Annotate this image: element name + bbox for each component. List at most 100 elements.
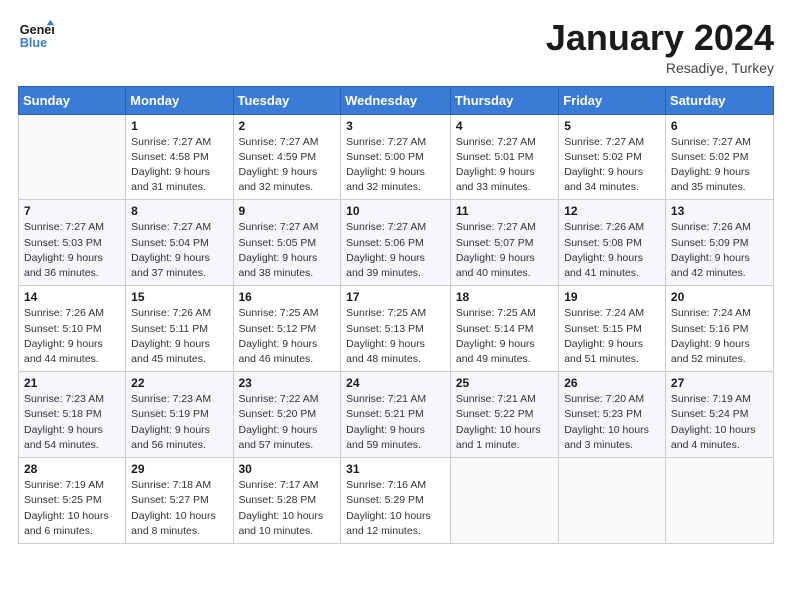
day-info: Sunrise: 7:25 AMSunset: 5:12 PMDaylight:… <box>239 306 336 367</box>
table-row: 17 Sunrise: 7:25 AMSunset: 5:13 PMDayligh… <box>341 286 451 372</box>
day-info: Sunrise: 7:25 AMSunset: 5:14 PMDaylight:… <box>456 306 553 367</box>
table-row: 26 Sunrise: 7:20 AMSunset: 5:23 PMDayligh… <box>559 372 666 458</box>
day-info: Sunrise: 7:22 AMSunset: 5:20 PMDaylight:… <box>239 392 336 453</box>
table-row: 24 Sunrise: 7:21 AMSunset: 5:21 PMDayligh… <box>341 372 451 458</box>
day-number: 1 <box>131 119 227 133</box>
day-number: 18 <box>456 290 553 304</box>
day-info: Sunrise: 7:26 AMSunset: 5:10 PMDaylight:… <box>24 306 120 367</box>
header-saturday: Saturday <box>665 86 773 114</box>
table-row: 20 Sunrise: 7:24 AMSunset: 5:16 PMDayligh… <box>665 286 773 372</box>
header-friday: Friday <box>559 86 666 114</box>
day-info: Sunrise: 7:26 AMSunset: 5:08 PMDaylight:… <box>564 220 660 281</box>
table-row: 15 Sunrise: 7:26 AMSunset: 5:11 PMDayligh… <box>126 286 233 372</box>
month-title: January 2024 <box>546 18 774 58</box>
day-info: Sunrise: 7:27 AMSunset: 5:03 PMDaylight:… <box>24 220 120 281</box>
day-number: 12 <box>564 204 660 218</box>
table-row: 22 Sunrise: 7:23 AMSunset: 5:19 PMDayligh… <box>126 372 233 458</box>
day-number: 31 <box>346 462 445 476</box>
day-info: Sunrise: 7:18 AMSunset: 5:27 PMDaylight:… <box>131 478 227 539</box>
table-row: 14 Sunrise: 7:26 AMSunset: 5:10 PMDayligh… <box>19 286 126 372</box>
day-info: Sunrise: 7:21 AMSunset: 5:21 PMDaylight:… <box>346 392 445 453</box>
table-row: 3 Sunrise: 7:27 AMSunset: 5:00 PMDaylight… <box>341 114 451 200</box>
table-row: 23 Sunrise: 7:22 AMSunset: 5:20 PMDayligh… <box>233 372 341 458</box>
day-number: 3 <box>346 119 445 133</box>
day-info: Sunrise: 7:24 AMSunset: 5:16 PMDaylight:… <box>671 306 768 367</box>
table-row: 7 Sunrise: 7:27 AMSunset: 5:03 PMDaylight… <box>19 200 126 286</box>
page: General Blue January 2024 Resadiye, Turk… <box>0 0 792 612</box>
day-number: 14 <box>24 290 120 304</box>
header-monday: Monday <box>126 86 233 114</box>
table-row <box>665 458 773 544</box>
day-number: 23 <box>239 376 336 390</box>
table-row: 10 Sunrise: 7:27 AMSunset: 5:06 PMDayligh… <box>341 200 451 286</box>
day-info: Sunrise: 7:27 AMSunset: 5:04 PMDaylight:… <box>131 220 227 281</box>
day-number: 2 <box>239 119 336 133</box>
calendar-week-row: 14 Sunrise: 7:26 AMSunset: 5:10 PMDayligh… <box>19 286 774 372</box>
day-info: Sunrise: 7:27 AMSunset: 5:05 PMDaylight:… <box>239 220 336 281</box>
header: General Blue January 2024 Resadiye, Turk… <box>18 18 774 76</box>
day-number: 7 <box>24 204 120 218</box>
calendar-table: Sunday Monday Tuesday Wednesday Thursday… <box>18 86 774 544</box>
calendar-week-row: 21 Sunrise: 7:23 AMSunset: 5:18 PMDayligh… <box>19 372 774 458</box>
table-row: 29 Sunrise: 7:18 AMSunset: 5:27 PMDayligh… <box>126 458 233 544</box>
day-number: 5 <box>564 119 660 133</box>
table-row: 19Sunrise: 7:24 AMSunset: 5:15 PMDayligh… <box>559 286 666 372</box>
table-row <box>450 458 558 544</box>
day-info: Sunrise: 7:23 AMSunset: 5:18 PMDaylight:… <box>24 392 120 453</box>
table-row <box>19 114 126 200</box>
day-number: 26 <box>564 376 660 390</box>
day-number: 24 <box>346 376 445 390</box>
day-info: Sunrise: 7:26 AMSunset: 5:09 PMDaylight:… <box>671 220 768 281</box>
day-info: Sunrise: 7:25 AMSunset: 5:13 PMDaylight:… <box>346 306 445 367</box>
day-number: 13 <box>671 204 768 218</box>
table-row: 6 Sunrise: 7:27 AMSunset: 5:02 PMDaylight… <box>665 114 773 200</box>
day-info: Sunrise: 7:27 AMSunset: 5:00 PMDaylight:… <box>346 135 445 196</box>
day-number: 6 <box>671 119 768 133</box>
day-info: Sunrise: 7:27 AMSunset: 4:58 PMDaylight:… <box>131 135 227 196</box>
logo: General Blue <box>18 18 54 54</box>
header-wednesday: Wednesday <box>341 86 451 114</box>
day-number: 10 <box>346 204 445 218</box>
day-number: 4 <box>456 119 553 133</box>
day-info: Sunrise: 7:16 AMSunset: 5:29 PMDaylight:… <box>346 478 445 539</box>
logo-icon: General Blue <box>18 18 54 54</box>
day-number: 16 <box>239 290 336 304</box>
table-row: 12 Sunrise: 7:26 AMSunset: 5:08 PMDayligh… <box>559 200 666 286</box>
day-info: Sunrise: 7:27 AMSunset: 5:01 PMDaylight:… <box>456 135 553 196</box>
day-info: Sunrise: 7:19 AMSunset: 5:25 PMDaylight:… <box>24 478 120 539</box>
day-number: 30 <box>239 462 336 476</box>
header-tuesday: Tuesday <box>233 86 341 114</box>
day-info: Sunrise: 7:23 AMSunset: 5:19 PMDaylight:… <box>131 392 227 453</box>
table-row <box>559 458 666 544</box>
table-row: 31 Sunrise: 7:16 AMSunset: 5:29 PMDayligh… <box>341 458 451 544</box>
calendar-week-row: 28 Sunrise: 7:19 AMSunset: 5:25 PMDayligh… <box>19 458 774 544</box>
day-number: 9 <box>239 204 336 218</box>
day-number: 15 <box>131 290 227 304</box>
table-row: 11Sunrise: 7:27 AMSunset: 5:07 PMDayligh… <box>450 200 558 286</box>
title-block: January 2024 Resadiye, Turkey <box>546 18 774 76</box>
day-info: Sunrise: 7:27 AMSunset: 5:06 PMDaylight:… <box>346 220 445 281</box>
calendar-header-row: Sunday Monday Tuesday Wednesday Thursday… <box>19 86 774 114</box>
day-number: 29 <box>131 462 227 476</box>
day-number: 21 <box>24 376 120 390</box>
day-info: Sunrise: 7:20 AMSunset: 5:23 PMDaylight:… <box>564 392 660 453</box>
table-row: 21 Sunrise: 7:23 AMSunset: 5:18 PMDayligh… <box>19 372 126 458</box>
table-row: 28 Sunrise: 7:19 AMSunset: 5:25 PMDayligh… <box>19 458 126 544</box>
day-info: Sunrise: 7:27 AMSunset: 5:02 PMDaylight:… <box>671 135 768 196</box>
day-number: 27 <box>671 376 768 390</box>
day-number: 22 <box>131 376 227 390</box>
table-row: 18 Sunrise: 7:25 AMSunset: 5:14 PMDayligh… <box>450 286 558 372</box>
day-info: Sunrise: 7:17 AMSunset: 5:28 PMDaylight:… <box>239 478 336 539</box>
table-row: 13 Sunrise: 7:26 AMSunset: 5:09 PMDayligh… <box>665 200 773 286</box>
table-row: 9 Sunrise: 7:27 AMSunset: 5:05 PMDaylight… <box>233 200 341 286</box>
header-sunday: Sunday <box>19 86 126 114</box>
table-row: 16 Sunrise: 7:25 AMSunset: 5:12 PMDayligh… <box>233 286 341 372</box>
day-info: Sunrise: 7:26 AMSunset: 5:11 PMDaylight:… <box>131 306 227 367</box>
day-number: 28 <box>24 462 120 476</box>
day-number: 17 <box>346 290 445 304</box>
day-number: 20 <box>671 290 768 304</box>
day-number: 8 <box>131 204 227 218</box>
day-number: 25 <box>456 376 553 390</box>
day-info: Sunrise: 7:24 AMSunset: 5:15 PMDaylight:… <box>564 306 660 367</box>
table-row: 1 Sunrise: 7:27 AMSunset: 4:58 PMDaylight… <box>126 114 233 200</box>
